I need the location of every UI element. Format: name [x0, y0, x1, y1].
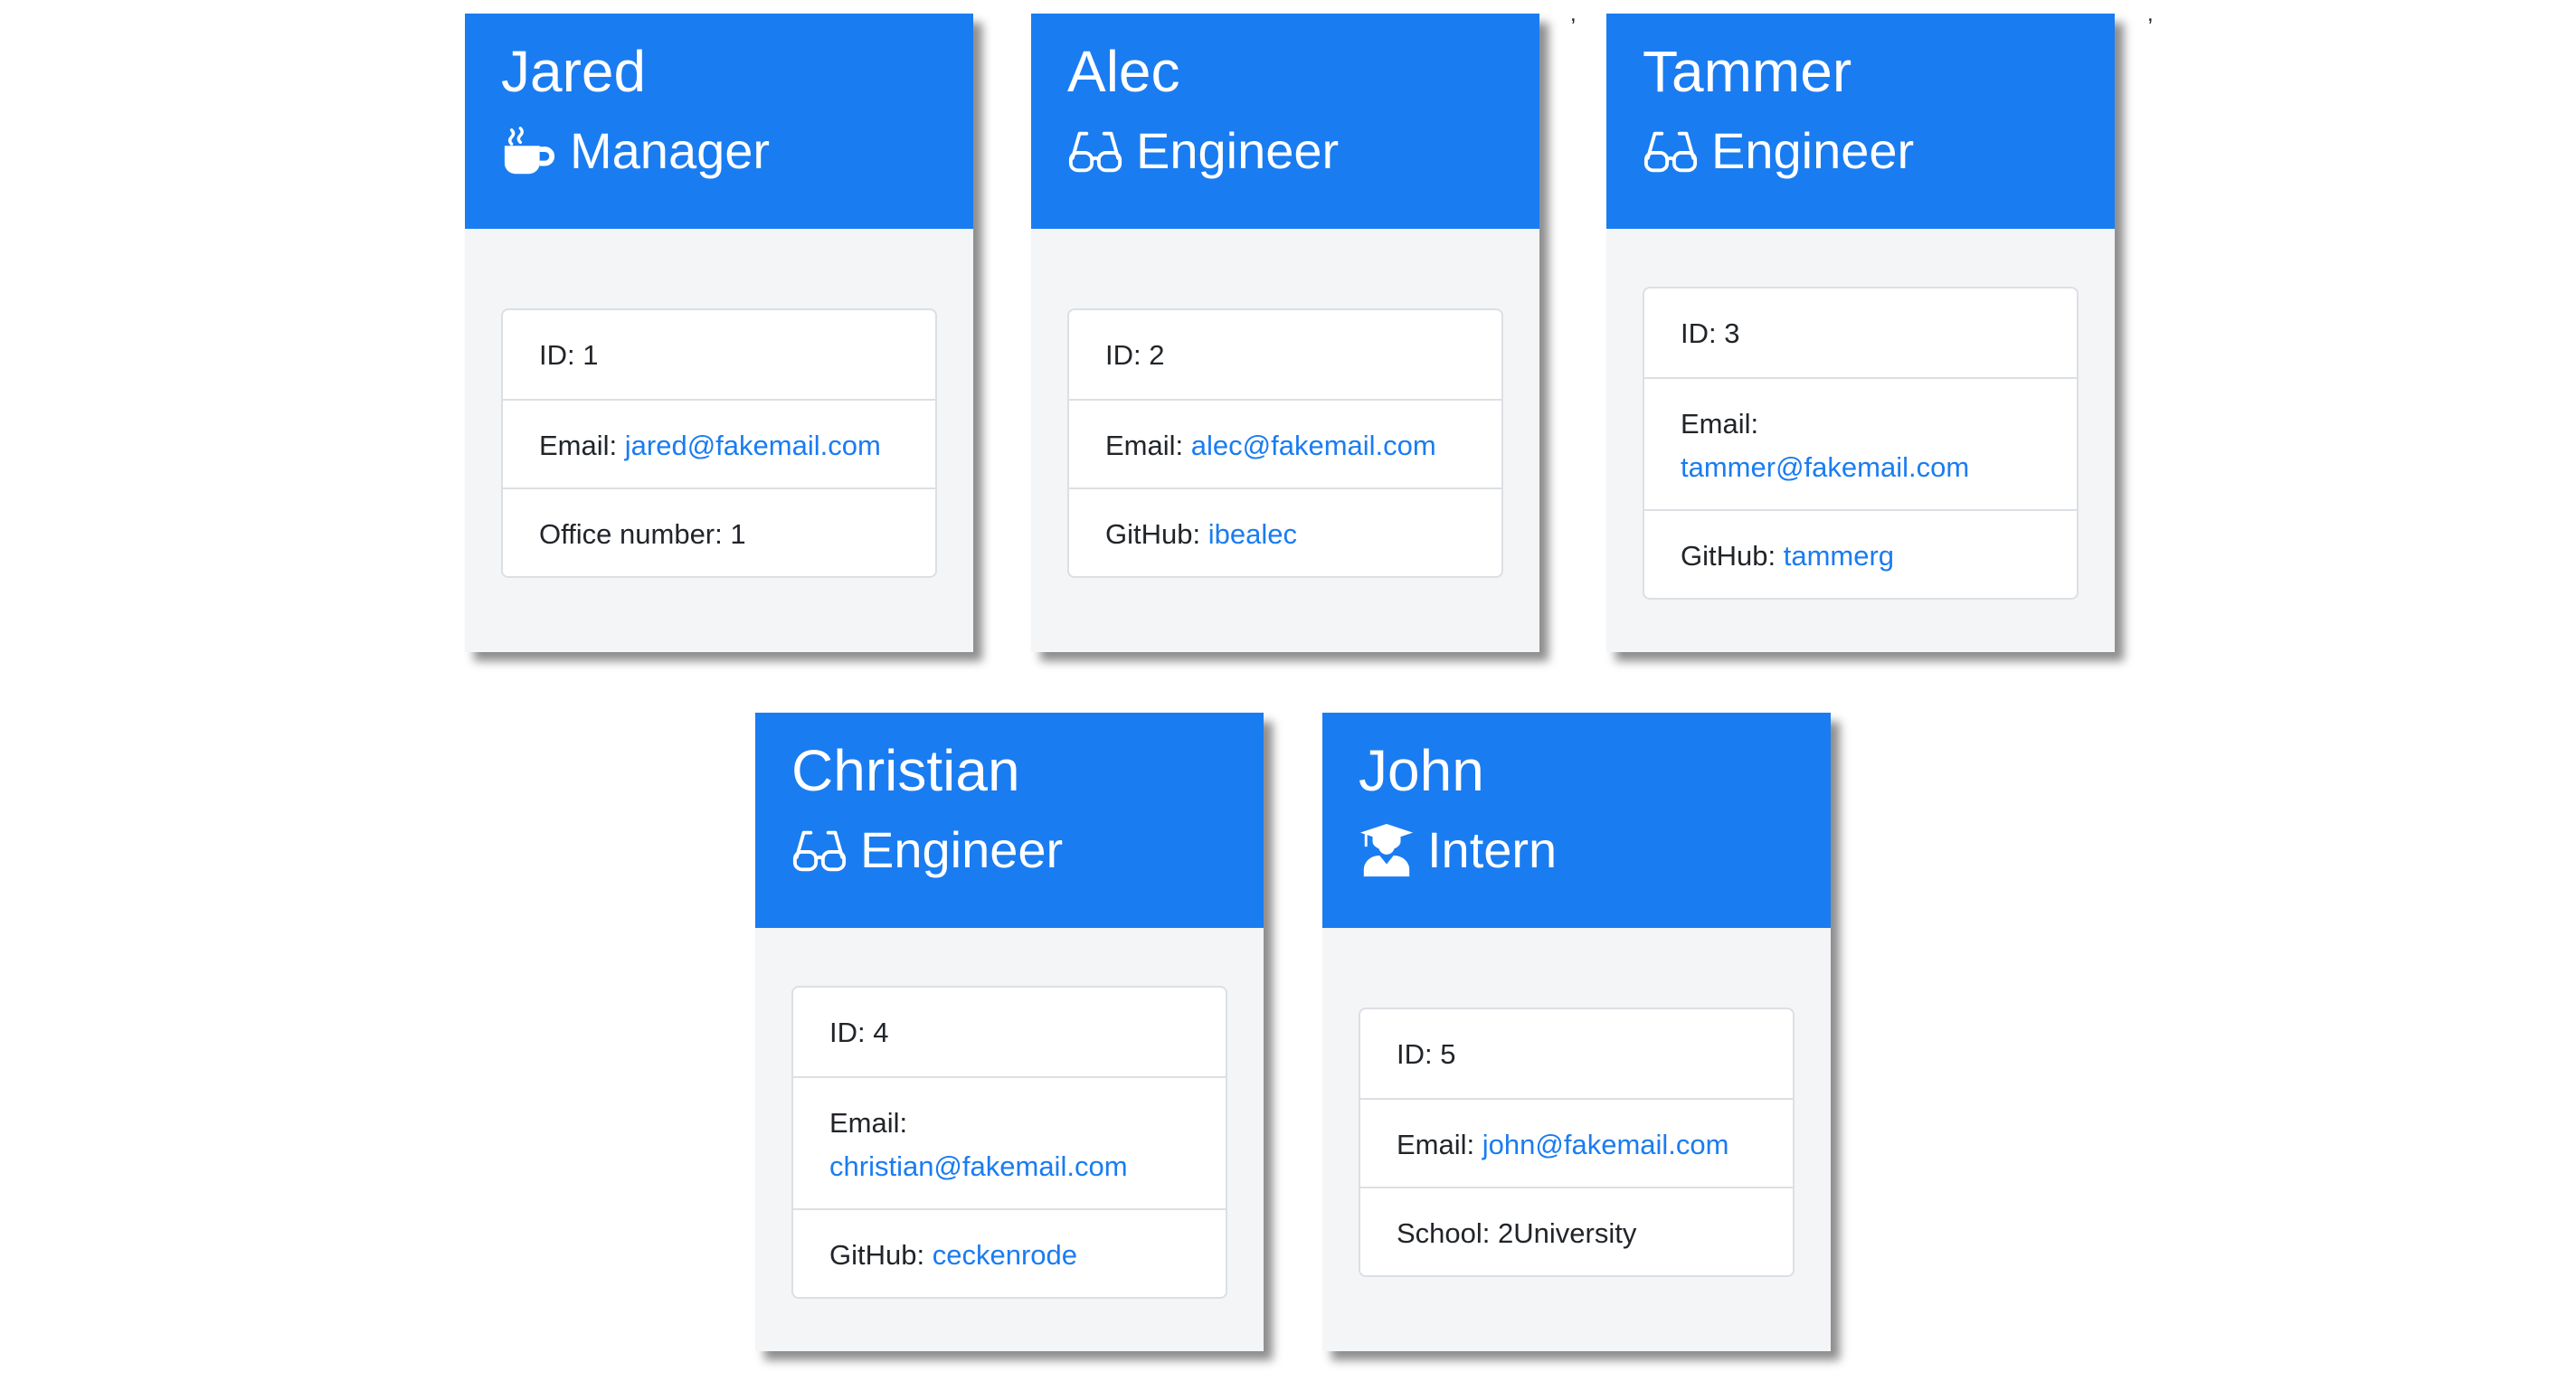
github-row: GitHub: ibealec — [1069, 487, 1501, 576]
employee-card: Tammer Engineer ID: 3 Email: tammer@fake… — [1606, 14, 2115, 652]
id-row: ID: 2 — [1105, 339, 1165, 371]
employee-card: Jared Manager ID: 1 Email: jared@fakemai… — [465, 14, 973, 652]
id-row: ID: 5 — [1397, 1038, 1456, 1070]
email-link[interactable]: tammer@fakemail.com — [1681, 451, 1969, 483]
glasses-icon — [791, 822, 848, 878]
role-label: Engineer — [1136, 122, 1340, 179]
role-label: Engineer — [1711, 122, 1915, 179]
employee-card: Christian Engineer ID: 4 Email: christia… — [755, 713, 1264, 1351]
stray-comma-2: , — [2147, 2, 2154, 26]
employee-name: John — [1359, 738, 1484, 803]
id-row: ID: 3 — [1681, 317, 1740, 349]
employee-name: Christian — [791, 738, 1020, 803]
github-label: GitHub: — [1105, 518, 1201, 550]
email-link[interactable]: jared@fakemail.com — [625, 430, 881, 461]
school-row: School: 2University — [1360, 1187, 1793, 1275]
email-label: Email: — [1681, 408, 1759, 440]
email-row: Email: alec@fakemail.com — [1069, 399, 1501, 487]
employee-name: Jared — [501, 39, 647, 104]
info-list: ID: 3 Email: tammer@fakemail.com GitHub:… — [1643, 287, 2079, 600]
employee-role: Engineer — [1067, 120, 1503, 181]
email-row: Email: christian@fakemail.com — [793, 1076, 1226, 1208]
github-link[interactable]: ibealec — [1208, 518, 1297, 550]
info-list: ID: 4 Email: christian@fakemail.com GitH… — [791, 986, 1227, 1299]
glasses-icon — [1067, 123, 1123, 179]
office-number-row: Office number: 1 — [503, 487, 935, 576]
employee-role: Intern — [1359, 819, 1795, 880]
email-row: Email: tammer@fakemail.com — [1644, 377, 2077, 509]
github-label: GitHub: — [1681, 540, 1776, 572]
employee-card: Alec Engineer ID: 2 Email: alec@fakemail… — [1031, 14, 1539, 652]
role-label: Manager — [570, 122, 771, 179]
graduate-icon — [1359, 822, 1415, 878]
glasses-icon — [1643, 123, 1699, 179]
email-label: Email: — [539, 430, 618, 461]
role-label: Engineer — [860, 821, 1064, 878]
email-label: Email: — [1397, 1129, 1475, 1160]
info-list: ID: 5 Email: john@fakemail.com School: 2… — [1359, 1008, 1795, 1277]
card-header: John Intern — [1322, 713, 1831, 928]
employee-name: Alec — [1067, 39, 1180, 104]
email-row: Email: jared@fakemail.com — [503, 399, 935, 487]
card-header: Alec Engineer — [1031, 14, 1539, 229]
stray-comma-1: , — [1570, 2, 1577, 26]
card-header: Tammer Engineer — [1606, 14, 2115, 229]
email-row: Email: john@fakemail.com — [1360, 1098, 1793, 1187]
email-label: Email: — [829, 1107, 908, 1139]
github-row: GitHub: tammerg — [1644, 509, 2077, 598]
email-label: Email: — [1105, 430, 1184, 461]
coffee-mug-icon — [501, 123, 557, 179]
team-roster-page: , , Jared Manager ID: 1 Email: jared@fak… — [0, 0, 2576, 1391]
email-link[interactable]: christian@fakemail.com — [829, 1150, 1128, 1182]
id-row: ID: 4 — [829, 1017, 889, 1048]
employee-card: John Intern ID: 5 Email: john@fakemail.c… — [1322, 713, 1831, 1351]
info-list: ID: 2 Email: alec@fakemail.com GitHub: i… — [1067, 308, 1503, 578]
employee-role: Manager — [501, 120, 937, 181]
employee-role: Engineer — [1643, 120, 2079, 181]
info-list: ID: 1 Email: jared@fakemail.com Office n… — [501, 308, 937, 578]
github-link[interactable]: tammerg — [1784, 540, 1894, 572]
employee-role: Engineer — [791, 819, 1227, 880]
card-header: Christian Engineer — [755, 713, 1264, 928]
card-header: Jared Manager — [465, 14, 973, 229]
github-row: GitHub: ceckenrode — [793, 1208, 1226, 1297]
id-row: ID: 1 — [539, 339, 599, 371]
github-label: GitHub: — [829, 1239, 925, 1271]
email-link[interactable]: alec@fakemail.com — [1191, 430, 1436, 461]
github-link[interactable]: ceckenrode — [933, 1239, 1077, 1271]
role-label: Intern — [1427, 821, 1558, 878]
employee-name: Tammer — [1643, 39, 1852, 104]
email-link[interactable]: john@fakemail.com — [1482, 1129, 1729, 1160]
